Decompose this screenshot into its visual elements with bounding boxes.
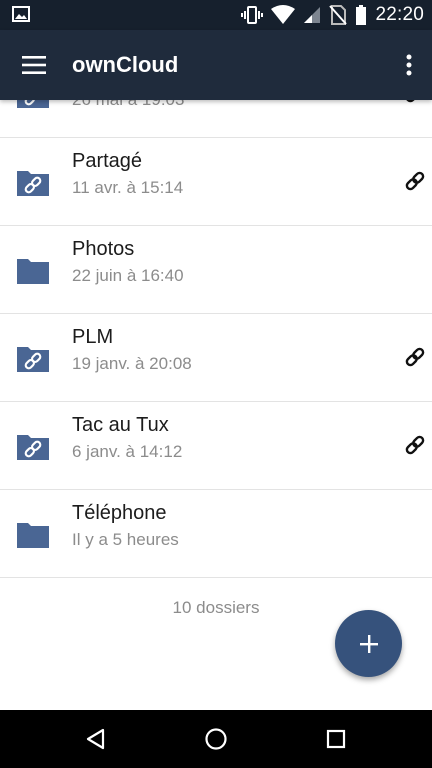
shared-folder-icon (17, 100, 49, 108)
folder-icon (17, 259, 49, 284)
link-icon (405, 435, 425, 455)
image-icon (12, 6, 30, 22)
shared-folder-icon (17, 435, 49, 460)
shared-folder-icon (17, 171, 49, 196)
signal-icon (304, 7, 321, 23)
overflow-menu-button[interactable] (394, 43, 424, 87)
share-link-indicator[interactable] (402, 344, 428, 370)
file-row[interactable]: Photos 22 juin à 16:40 (0, 226, 432, 314)
file-date: 22 juin à 16:40 (72, 266, 184, 285)
navigation-bar (0, 710, 432, 768)
share-link-indicator[interactable] (402, 432, 428, 458)
no-sim-icon (329, 5, 348, 25)
file-name: PLM (72, 326, 114, 348)
menu-icon (22, 56, 46, 74)
link-icon (405, 347, 425, 367)
file-row[interactable]: Téléphone Il y a 5 heures (0, 490, 432, 578)
file-row[interactable]: PLM 19 janv. à 20:08 (0, 314, 432, 402)
shared-folder-icon (17, 347, 49, 372)
recents-button[interactable] (322, 725, 350, 753)
home-button[interactable] (202, 725, 230, 753)
file-date: 6 janv. à 14:12 (72, 442, 183, 461)
file-name: Téléphone (72, 502, 167, 524)
file-date: Il y a 5 heures (72, 530, 179, 549)
file-row[interactable]: Partagé 11 avr. à 15:14 (0, 138, 432, 226)
clock: 22:20 (375, 4, 424, 25)
back-icon (86, 728, 105, 750)
share-link-indicator[interactable] (402, 168, 428, 194)
vibrate-icon (241, 6, 264, 24)
file-row[interactable]: Tac au Tux 6 janv. à 14:12 (0, 402, 432, 490)
recents-icon (326, 729, 346, 749)
wifi-icon (271, 5, 296, 24)
file-name: Tac au Tux (72, 414, 169, 436)
link-icon (405, 171, 425, 191)
more-vert-icon (406, 54, 412, 76)
app-bar: ownCloud (0, 30, 432, 100)
app-title: ownCloud (72, 52, 179, 77)
battery-icon (356, 5, 367, 25)
back-button[interactable] (82, 725, 110, 753)
home-icon (205, 728, 227, 750)
file-date: 26 mai à 19:03 (72, 100, 184, 110)
file-date: 19 janv. à 20:08 (72, 354, 192, 373)
file-date: 11 avr. à 15:14 (72, 178, 184, 197)
status-bar: 22:20 (0, 0, 432, 30)
folder-icon (17, 523, 49, 548)
plus-icon (359, 634, 378, 653)
file-row[interactable]: 26 mai à 19:03 (0, 100, 432, 138)
menu-button[interactable] (12, 43, 56, 87)
file-name: Photos (72, 238, 135, 260)
file-name: Partagé (72, 150, 143, 172)
link-icon (405, 100, 418, 103)
add-button[interactable] (335, 610, 402, 677)
share-link-indicator[interactable] (402, 100, 428, 106)
